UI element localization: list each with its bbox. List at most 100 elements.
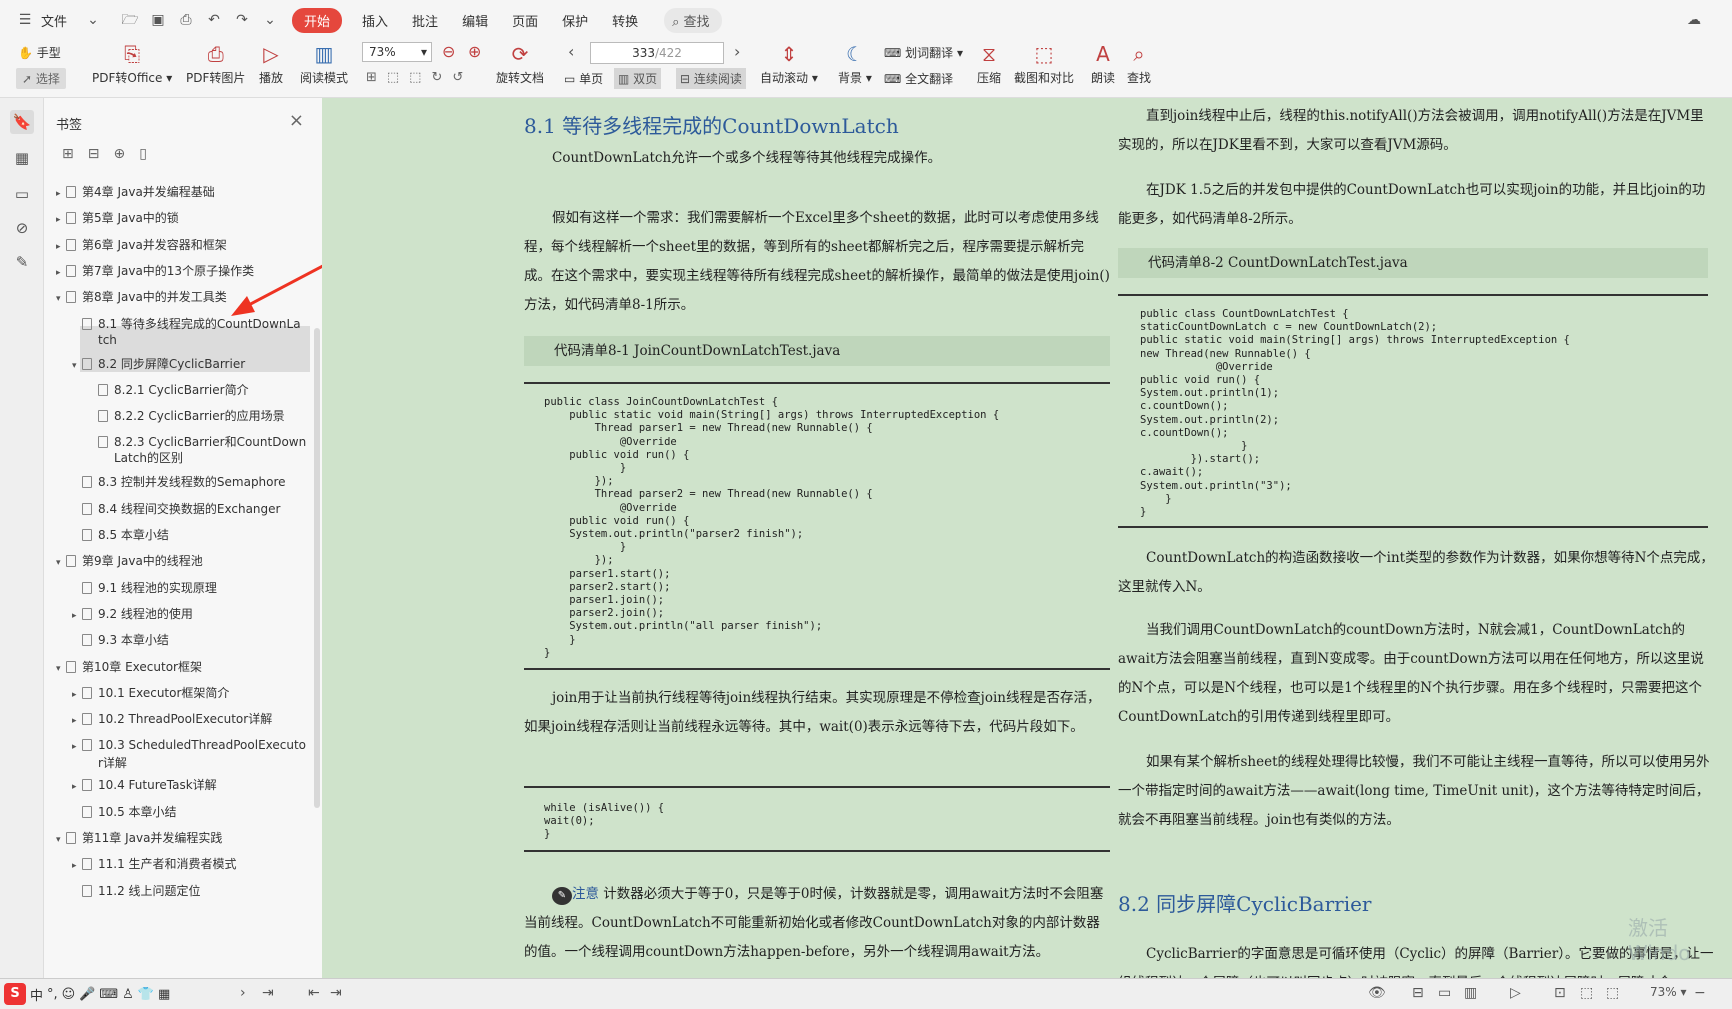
rotate-document-button[interactable]: ⟳ 旋转文档 (496, 42, 544, 86)
hand-tool-button[interactable]: ✋ 手型 (18, 44, 61, 61)
collapsed-arrow-icon[interactable]: ▸ (72, 779, 82, 795)
tab-convert[interactable]: 转换 (600, 11, 650, 30)
document-view[interactable]: 8.1 等待多线程完成的CountDownLatch CountDownLatc… (322, 98, 1732, 978)
undo-icon[interactable]: ↶ (205, 12, 223, 28)
tab-start[interactable]: 开始 (292, 7, 343, 33)
collapsed-arrow-icon[interactable]: ▸ (72, 687, 82, 703)
page-number-input[interactable]: 333/422 (590, 42, 724, 64)
collapsed-arrow-icon[interactable]: ▸ (72, 739, 82, 755)
bookmark-icon[interactable]: ▯ (139, 146, 147, 162)
play-icon[interactable]: ▷ (1510, 985, 1521, 1001)
next-page-icon[interactable]: › (734, 42, 740, 61)
single-page-button[interactable]: ▭ 单页 (564, 70, 603, 87)
bookmark-item[interactable]: ▸ 第4章 Java并发编程基础 (56, 184, 215, 202)
collapsed-arrow-icon[interactable]: ▸ (56, 265, 66, 281)
bookmark-item[interactable]: 8.4 线程间交换数据的Exchanger (72, 501, 280, 517)
zoom-in-icon[interactable]: ⊕ (468, 42, 481, 61)
bookmark-item[interactable]: ▾ 8.2 同步屏障CyclicBarrier (72, 356, 245, 374)
bookmark-item[interactable]: ▸ 10.3 ScheduledThreadPoolExecuto r详解 (72, 737, 306, 771)
bookmark-item[interactable]: ▸ 10.2 ThreadPoolExecutor详解 (72, 711, 272, 729)
collapsed-arrow-icon[interactable]: ▸ (56, 239, 66, 255)
double-view-icon[interactable]: ▥ (1464, 985, 1477, 1001)
expanded-arrow-icon[interactable]: ▾ (72, 358, 82, 374)
bookmark-item[interactable]: 9.1 线程池的实现原理 (72, 580, 217, 596)
last-page-icon[interactable]: ⇥ (262, 985, 274, 1001)
zoom-select[interactable]: 73% ▾ (362, 42, 432, 62)
bookmark-item[interactable]: 8.3 控制并发线程数的Semaphore (72, 474, 286, 490)
collapsed-arrow-icon[interactable]: ▸ (72, 608, 82, 624)
tab-annotate[interactable]: 批注 (400, 11, 450, 30)
background-button[interactable]: ☾ 背景 ▾ (838, 42, 872, 86)
close-icon[interactable]: × (289, 110, 304, 131)
next-page-icon[interactable]: › (240, 985, 246, 1001)
thumbnail-icon[interactable]: ▦ (10, 146, 34, 170)
word-translate-button[interactable]: ⌨ 划词翻译 ▾ (884, 44, 963, 61)
collapsed-arrow-icon[interactable]: ▸ (72, 713, 82, 729)
full-translate-button[interactable]: ⌨ 全文翻译 (884, 70, 953, 87)
bookmark-panel-icon[interactable]: 🔖 (10, 110, 34, 134)
play-button[interactable]: ▷ 播放 (258, 42, 284, 86)
fullscreen-icon[interactable]: ⬚ (1606, 985, 1619, 1001)
expanded-arrow-icon[interactable]: ▾ (56, 661, 66, 677)
forward-icon[interactable]: ⇥ (330, 985, 342, 1001)
bookmark-item[interactable]: ▸ 9.2 线程池的使用 (72, 606, 193, 624)
bookmark-item[interactable]: ▸ 第6章 Java并发容器和框架 (56, 237, 227, 255)
read-aloud-button[interactable]: A 朗读 (1090, 42, 1116, 86)
continuous-read-button[interactable]: ⊟ 连续阅读 (676, 68, 746, 89)
collapse-all-icon[interactable]: ⊟ (88, 146, 100, 162)
open-folder-icon[interactable]: 🗁 (121, 12, 139, 28)
status-zoom[interactable]: 73% ▾ (1650, 985, 1687, 999)
eye-protect-icon[interactable]: 👁 (1368, 985, 1386, 1001)
save-icon[interactable]: ▣ (149, 12, 167, 28)
bookmark-item[interactable]: 8.2.1 CyclicBarrier简介 (88, 382, 249, 398)
bookmark-item[interactable]: 9.3 本章小结 (72, 632, 169, 648)
back-icon[interactable]: ⇤ (308, 985, 320, 1001)
comment-icon[interactable]: ▭ (10, 182, 34, 206)
ime-toolbar[interactable]: S 中 °, ☺ 🎤 ⌨ ♙ 👕 ▦ (4, 983, 170, 1005)
read-mode-button[interactable]: ▥ 阅读模式 (300, 42, 348, 86)
bookmark-item[interactable]: ▸ 第5章 Java中的锁 (56, 210, 179, 228)
collapsed-arrow-icon[interactable]: ▸ (72, 858, 82, 874)
zoom-out-icon[interactable]: − (1694, 985, 1706, 1001)
fit-width-icon[interactable]: ⬚ (1580, 985, 1593, 1001)
bookmark-item[interactable]: 10.5 本章小结 (72, 804, 177, 820)
search-button[interactable]: ⌕ 查找 (664, 7, 722, 33)
bookmark-item[interactable]: ▾ 第10章 Executor框架 (56, 659, 202, 677)
pdf-to-office-button[interactable]: ⎘ PDF转Office ▾ (92, 42, 172, 86)
pdf-to-image-button[interactable]: ⎙ PDF转图片 (186, 42, 245, 86)
auto-scroll-button[interactable]: ⇕ 自动滚动 ▾ (760, 42, 818, 86)
select-tool-button[interactable]: ➚ 选择 (16, 68, 66, 89)
bookmark-item[interactable]: ▾ 第8章 Java中的并发工具类 (56, 289, 227, 307)
expanded-arrow-icon[interactable]: ▾ (56, 555, 66, 571)
fit-page-icon[interactable]: ⊡ (1554, 985, 1566, 1001)
tab-insert[interactable]: 插入 (350, 11, 400, 30)
print-icon[interactable]: ⎙ (177, 12, 195, 28)
bookmark-item[interactable]: 8.5 本章小结 (72, 527, 169, 543)
bookmark-item[interactable]: 8.2.3 CyclicBarrier和CountDown Latch的区别 (88, 434, 306, 466)
collapsed-arrow-icon[interactable]: ▸ (56, 212, 66, 228)
prev-page-icon[interactable]: ‹ (568, 42, 574, 61)
screenshot-compare-button[interactable]: ⬚ 截图和对比 (1014, 42, 1074, 86)
bookmark-item[interactable]: 8.2.2 CyclicBarrier的应用场景 (88, 408, 285, 424)
tab-edit[interactable]: 编辑 (450, 11, 500, 30)
redo-icon[interactable]: ↷ (233, 12, 251, 28)
compress-button[interactable]: ⧖ 压缩 (976, 42, 1002, 86)
bookmark-item[interactable]: ▸ 10.1 Executor框架简介 (72, 685, 229, 703)
continuous-view-icon[interactable]: ⊟ (1412, 985, 1424, 1001)
expanded-arrow-icon[interactable]: ▾ (56, 832, 66, 848)
single-view-icon[interactable]: ▭ (1438, 985, 1451, 1001)
tab-page[interactable]: 页面 (500, 11, 550, 30)
bookmark-item[interactable]: 11.2 线上问题定位 (72, 883, 201, 899)
more-chevron-icon[interactable]: ⌄ (261, 12, 279, 28)
bookmark-item[interactable]: ▾ 第9章 Java中的线程池 (56, 553, 203, 571)
cloud-sync-icon[interactable]: ☁ (1685, 12, 1703, 28)
panel-scrollbar[interactable] (314, 328, 320, 808)
bookmark-item[interactable]: ▸ 11.1 生产者和消费者模式 (72, 856, 237, 874)
view-tools-row[interactable]: ⊞⬚⬚↻↺ (366, 70, 473, 85)
chevron-down-icon[interactable]: ⌄ (84, 12, 102, 28)
tab-protect[interactable]: 保护 (550, 11, 600, 30)
zoom-out-icon[interactable]: ⊖ (442, 42, 455, 61)
bookmark-item[interactable]: ▾ 第11章 Java并发编程实践 (56, 830, 222, 848)
signature-icon[interactable]: ✎ (10, 250, 34, 274)
double-page-button[interactable]: ▥ 双页 (614, 68, 662, 89)
